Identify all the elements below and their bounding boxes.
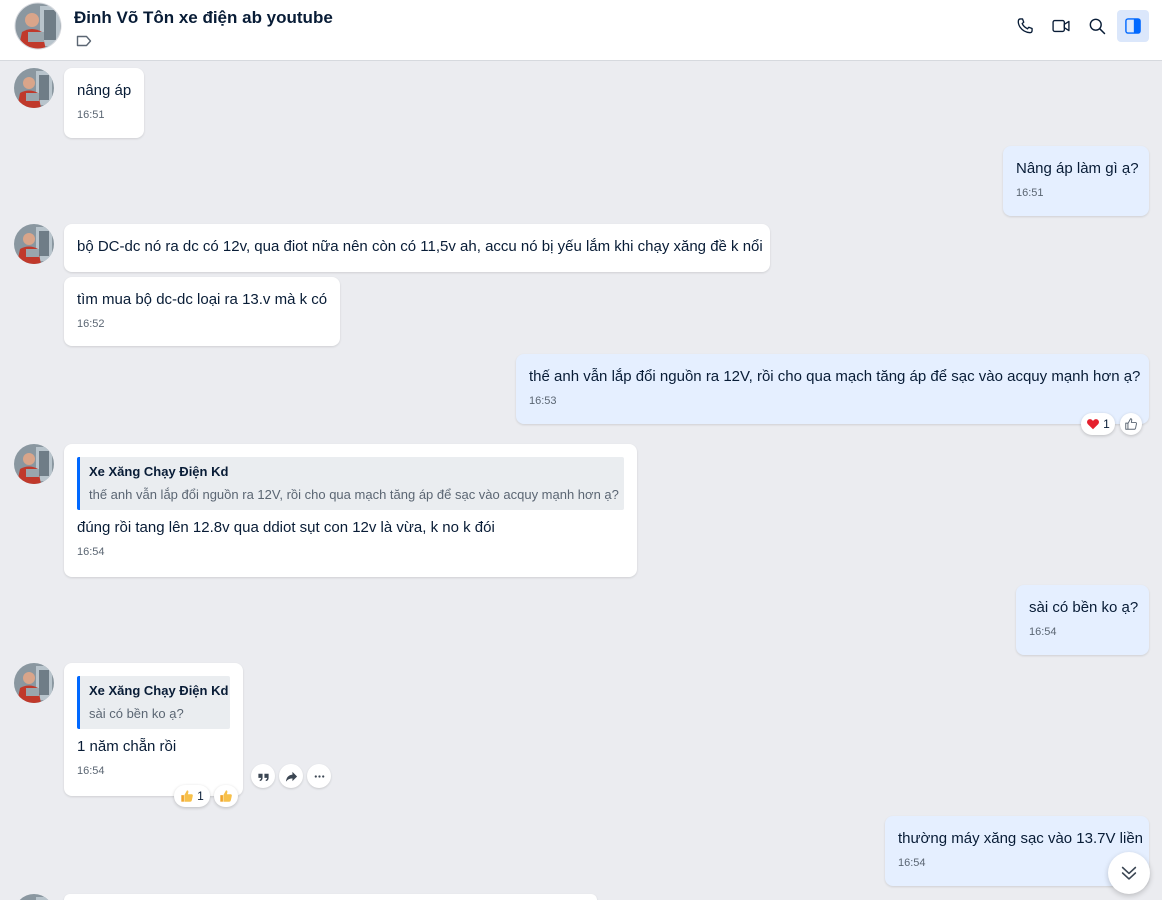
message-time: 16:54 xyxy=(77,765,105,777)
message-text: sài có bền ko ạ? xyxy=(1029,599,1139,616)
quote-icon xyxy=(257,773,269,781)
double-chevron-down-icon xyxy=(1121,866,1137,880)
forward-button[interactable] xyxy=(279,764,303,788)
chat-header: Đinh Võ Tôn xe điện ab youtube xyxy=(0,0,1162,61)
message-text: đúng rồi tang lên 12.8v qua ddiot sụt co… xyxy=(77,519,495,536)
add-reaction-button[interactable] xyxy=(214,785,238,807)
message-text: nâng áp xyxy=(77,82,132,99)
message-bubble-incoming[interactable]: Xe Xăng Chạy Điện Kd sài có bền ko ạ? 1 … xyxy=(64,663,243,796)
video-call-icon xyxy=(1052,19,1070,33)
forward-icon xyxy=(285,771,297,782)
message-text: tìm mua bộ dc-dc loại ra 13.v mà k có xyxy=(77,291,328,308)
phone-call-button[interactable] xyxy=(1009,10,1041,42)
contact-avatar[interactable] xyxy=(14,2,62,50)
message-bubble-incoming[interactable]: tìm mua bộ dc-dc loại ra 13.v mà k có 16… xyxy=(64,277,340,346)
thumbs-up-outline-icon xyxy=(1125,418,1137,430)
quoted-message[interactable]: Xe Xăng Chạy Điện Kd thế anh vẫn lắp đổi… xyxy=(77,457,624,510)
reaction-count: 1 xyxy=(1103,417,1110,431)
message-text: 1 năm chẵn rồi xyxy=(77,738,177,755)
thumbs-up-icon xyxy=(220,790,232,802)
message-bubble-incoming[interactable] xyxy=(64,894,597,900)
more-options-button[interactable] xyxy=(307,764,331,788)
reaction-badge[interactable]: 1 xyxy=(174,785,210,807)
more-icon xyxy=(314,774,324,778)
reaction-badge[interactable]: 1 xyxy=(1081,413,1115,435)
message-text: bộ DC-dc nó ra dc có 12v, qua điot nữa n… xyxy=(77,238,763,255)
message-bubble-outgoing[interactable]: thế anh vẫn lắp đổi nguồn ra 12V, rồi ch… xyxy=(516,354,1149,424)
tag-icon[interactable] xyxy=(76,34,92,48)
quoted-text: sài có bền ko ạ? xyxy=(89,706,184,721)
heart-icon xyxy=(1087,419,1100,430)
message-time: 16:54 xyxy=(1029,626,1057,638)
message-time: 16:51 xyxy=(77,109,105,121)
message-time: 16:54 xyxy=(77,546,105,558)
message-bubble-outgoing[interactable]: sài có bền ko ạ? 16:54 xyxy=(1016,585,1149,655)
reaction-count: 1 xyxy=(197,789,204,803)
phone-icon xyxy=(1017,18,1033,34)
quoted-author: Xe Xăng Chạy Điện Kd xyxy=(89,464,229,479)
message-bubble-incoming[interactable]: nâng áp 16:51 xyxy=(64,68,144,138)
sender-avatar[interactable] xyxy=(14,444,54,484)
quoted-author: Xe Xăng Chạy Điện Kd xyxy=(89,683,229,698)
message-time: 16:51 xyxy=(1016,187,1044,199)
message-text: thế anh vẫn lắp đổi nguồn ra 12V, rồi ch… xyxy=(529,368,1141,385)
message-time: 16:53 xyxy=(529,395,557,407)
quoted-message[interactable]: Xe Xăng Chạy Điện Kd sài có bền ko ạ? xyxy=(77,676,230,729)
message-time: 16:52 xyxy=(77,318,105,330)
sender-avatar[interactable] xyxy=(14,894,54,900)
conversation-info-toggle[interactable] xyxy=(1117,10,1149,42)
quote-reply-button[interactable] xyxy=(251,764,275,788)
sidebar-toggle-icon xyxy=(1125,18,1141,34)
search-button[interactable] xyxy=(1081,10,1113,42)
quoted-text: thế anh vẫn lắp đổi nguồn ra 12V, rồi ch… xyxy=(89,487,619,502)
video-call-button[interactable] xyxy=(1045,10,1077,42)
search-icon xyxy=(1089,18,1106,35)
thumbs-up-icon xyxy=(181,790,194,802)
add-reaction-button[interactable] xyxy=(1120,413,1142,435)
message-bubble-incoming[interactable]: Xe Xăng Chạy Điện Kd thế anh vẫn lắp đổi… xyxy=(64,444,637,577)
sender-avatar[interactable] xyxy=(14,224,54,264)
contact-name[interactable]: Đinh Võ Tôn xe điện ab youtube xyxy=(74,8,333,28)
sender-avatar[interactable] xyxy=(14,663,54,703)
message-bubble-outgoing[interactable]: Nâng áp làm gì ạ? 16:51 xyxy=(1003,146,1149,216)
sender-avatar[interactable] xyxy=(14,68,54,108)
scroll-to-bottom-button[interactable] xyxy=(1108,852,1150,894)
message-time: 16:54 xyxy=(898,857,926,869)
message-text: Nâng áp làm gì ạ? xyxy=(1016,160,1139,177)
message-bubble-incoming[interactable]: bộ DC-dc nó ra dc có 12v, qua điot nữa n… xyxy=(64,224,770,272)
message-text: thường máy xăng sạc vào 13.7V liền xyxy=(898,830,1144,847)
